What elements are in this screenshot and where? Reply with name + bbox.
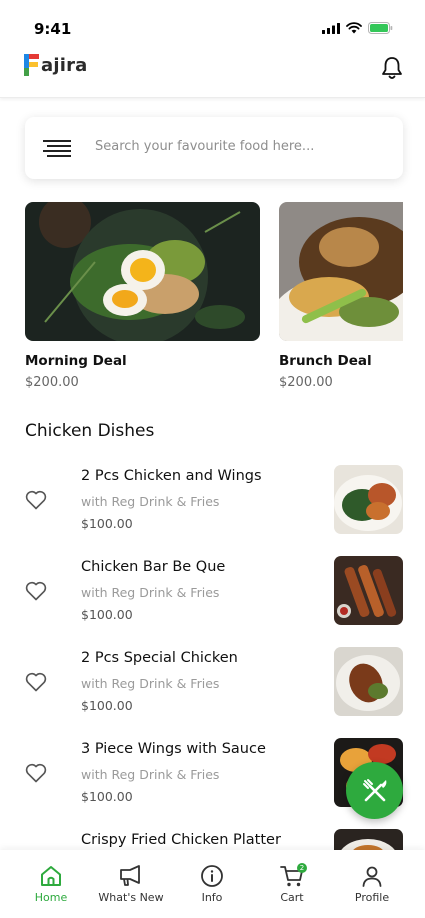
cart-count-badge: 2 (297, 863, 307, 873)
search-bar[interactable]: Search your favourite food here... (25, 117, 403, 179)
status-bar: 9:41 (0, 0, 425, 52)
heart-icon[interactable] (25, 763, 47, 783)
dish-name: Chicken Bar Be Que (81, 559, 226, 575)
dish-price: $100.00 (81, 789, 133, 804)
heart-icon[interactable] (25, 581, 47, 601)
dish-name: 3 Piece Wings with Sauce (81, 741, 266, 757)
dish-price: $100.00 (81, 607, 133, 622)
nav-whats-new[interactable]: What's New (91, 864, 171, 904)
list-item[interactable]: 2 Pcs Chicken and Wings with Reg Drink &… (0, 462, 425, 553)
dish-name: 2 Pcs Special Chicken (81, 650, 238, 666)
wifi-icon (346, 22, 362, 34)
nav-cart[interactable]: 2 Cart (252, 863, 332, 904)
dish-price: $100.00 (81, 698, 133, 713)
status-time: 9:41 (34, 20, 72, 38)
dish-image (334, 556, 403, 625)
menu-icon[interactable] (43, 139, 73, 159)
nav-home[interactable]: Home (11, 864, 91, 904)
deal-image (279, 202, 403, 341)
heart-icon[interactable] (25, 672, 47, 692)
nav-label: Cart (280, 891, 304, 904)
heart-icon[interactable] (25, 490, 47, 510)
app-name: ajira (41, 54, 88, 76)
deal-price: $200.00 (279, 375, 333, 390)
deal-name: Brunch Deal (279, 353, 372, 369)
deal-price: $200.00 (25, 375, 79, 390)
search-input[interactable]: Search your favourite food here... (95, 139, 314, 154)
dish-name: 2 Pcs Chicken and Wings (81, 468, 262, 484)
nav-profile[interactable]: Profile (332, 864, 412, 904)
restaurant-fab-button[interactable] (346, 762, 403, 819)
dish-price: $100.00 (81, 516, 133, 531)
list-item[interactable]: Chicken Bar Be Que with Reg Drink & Frie… (0, 553, 425, 644)
deal-card-brunch[interactable]: Brunch Deal $200.00 (279, 202, 403, 390)
megaphone-icon (120, 865, 140, 886)
info-icon (201, 865, 223, 887)
battery-icon (368, 22, 393, 34)
logo-mark-icon (24, 54, 39, 76)
list-item[interactable]: Crispy Fried Chicken Platter (0, 826, 425, 850)
bottom-nav: Home What's New Info 2 Cart Profile (0, 850, 425, 918)
nav-label: What's New (98, 891, 164, 904)
dish-image (334, 829, 403, 850)
deal-card-morning[interactable]: Morning Deal $200.00 (25, 202, 260, 390)
list-item[interactable]: 2 Pcs Special Chicken with Reg Drink & F… (0, 644, 425, 735)
nav-info[interactable]: Info (172, 864, 252, 904)
fork-knife-icon (362, 778, 386, 801)
app-logo[interactable]: ajira (24, 54, 88, 76)
status-icons (322, 22, 393, 34)
deals-carousel[interactable]: Morning Deal $200.00 Brunch Deal $200.00 (25, 202, 403, 402)
nav-label: Profile (354, 891, 390, 904)
signal-icon (322, 22, 340, 34)
dish-image (334, 465, 403, 534)
home-icon (41, 866, 61, 886)
section-title: Chicken Dishes (25, 421, 155, 441)
dish-description: with Reg Drink & Fries (81, 676, 220, 691)
deal-name: Morning Deal (25, 353, 127, 369)
dish-description: with Reg Drink & Fries (81, 585, 220, 600)
bell-icon (382, 57, 402, 79)
dish-image (334, 647, 403, 716)
nav-label: Home (34, 891, 68, 904)
dish-description: with Reg Drink & Fries (81, 767, 220, 782)
dish-name: Crispy Fried Chicken Platter (81, 832, 281, 848)
notifications-button[interactable] (381, 56, 403, 84)
user-icon (362, 866, 382, 887)
nav-label: Info (201, 891, 223, 904)
dish-description: with Reg Drink & Fries (81, 494, 220, 509)
deal-image (25, 202, 260, 341)
app-header: ajira (0, 52, 425, 98)
